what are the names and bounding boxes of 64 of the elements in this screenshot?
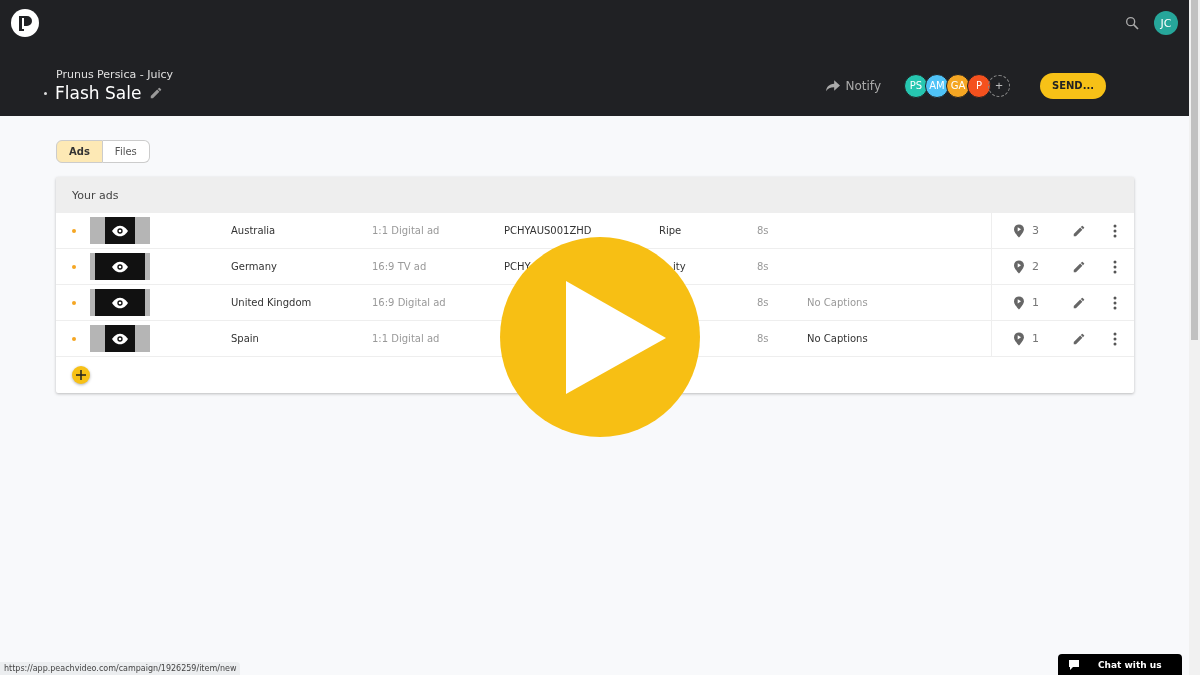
duration: 8s bbox=[757, 261, 770, 272]
chat-icon bbox=[1068, 658, 1080, 671]
ad-code: PCHYAUS001ZHD bbox=[504, 225, 593, 236]
country: Australia bbox=[231, 225, 277, 236]
location-pin-icon bbox=[1014, 222, 1024, 239]
captions-status: No Captions bbox=[807, 333, 869, 344]
more-icon bbox=[1113, 331, 1118, 346]
eye-icon bbox=[112, 296, 128, 309]
plus-icon bbox=[76, 370, 86, 380]
ad-format: 16:9 Digital ad bbox=[372, 297, 447, 308]
logo[interactable] bbox=[10, 8, 40, 38]
ad-code: PCHY bbox=[504, 261, 532, 272]
location-pin-icon bbox=[1014, 330, 1024, 347]
more-icon bbox=[1113, 259, 1118, 274]
send-button[interactable]: SEND... bbox=[1040, 72, 1106, 99]
eye-icon bbox=[112, 332, 128, 345]
more-icon bbox=[1113, 223, 1118, 238]
pencil-icon bbox=[149, 86, 164, 100]
tab[interactable]: Files bbox=[102, 140, 150, 163]
bullet bbox=[44, 91, 47, 95]
pencil-icon bbox=[1072, 223, 1087, 238]
status-dot bbox=[72, 336, 76, 341]
ad-thumbnail[interactable] bbox=[90, 325, 150, 352]
location-count: 3 bbox=[1031, 224, 1040, 237]
location-pin-icon bbox=[1014, 294, 1024, 311]
status-dot bbox=[72, 300, 76, 305]
tab[interactable]: Ads bbox=[56, 140, 103, 163]
pencil-icon bbox=[1072, 295, 1087, 310]
ad-tag: Ripe bbox=[659, 225, 757, 236]
country: United Kingdom bbox=[231, 297, 313, 308]
location-count: 1 bbox=[1031, 296, 1040, 309]
country: Spain bbox=[231, 333, 260, 344]
pencil-icon bbox=[1072, 331, 1087, 346]
pencil-icon bbox=[1072, 259, 1087, 274]
ad-thumbnail[interactable] bbox=[90, 253, 150, 280]
search-icon[interactable] bbox=[1124, 15, 1140, 31]
eye-icon bbox=[112, 224, 128, 237]
ad-tag: ity bbox=[659, 261, 757, 272]
ad-thumbnail[interactable] bbox=[90, 289, 150, 316]
country: Germany bbox=[231, 261, 278, 272]
location-count: 1 bbox=[1031, 332, 1040, 345]
duration: 8s bbox=[757, 297, 770, 308]
duration: 8s bbox=[757, 225, 770, 236]
status-dot bbox=[72, 228, 76, 233]
page-title: Flash Sale bbox=[55, 83, 142, 103]
eye-icon bbox=[112, 260, 128, 273]
location-count: 2 bbox=[1031, 260, 1040, 273]
notify-button[interactable]: Notify bbox=[819, 77, 887, 94]
duration: 8s bbox=[757, 333, 770, 344]
ad-format: 1:1 Digital ad bbox=[372, 333, 441, 344]
panel-title: Your ads bbox=[56, 177, 1134, 213]
campaign-name: Prunus Persica - Juicy bbox=[55, 68, 173, 81]
status-url: https://app.peachvideo.com/campaign/1926259/item/new bbox=[0, 662, 241, 675]
status-dot bbox=[72, 264, 76, 269]
chat-button[interactable]: Chat with us bbox=[1058, 654, 1182, 675]
ad-thumbnail[interactable] bbox=[90, 217, 150, 244]
ad-format: 1:1 Digital ad bbox=[372, 225, 441, 236]
ad-format: 16:9 TV ad bbox=[372, 261, 428, 272]
share-arrow-icon bbox=[825, 79, 840, 92]
captions-status: No Captions bbox=[807, 297, 869, 308]
add-ad-button[interactable] bbox=[72, 366, 90, 384]
location-pin-icon bbox=[1014, 258, 1024, 275]
more-icon bbox=[1113, 295, 1118, 310]
scrollbar[interactable] bbox=[1189, 0, 1200, 675]
